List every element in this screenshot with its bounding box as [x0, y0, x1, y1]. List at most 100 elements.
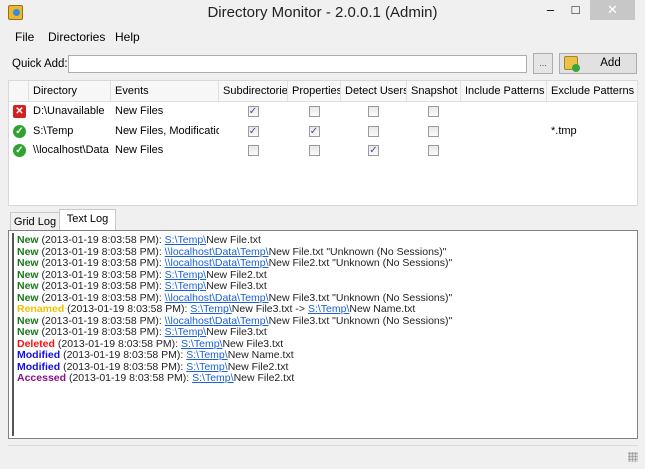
log-timestamp: (2013-01-19 8:03:58 PM):	[38, 245, 165, 258]
log-event-type: Deleted	[17, 337, 55, 350]
subdirectories-checkbox[interactable]: ✓	[247, 125, 259, 137]
log-event-type: New	[17, 234, 39, 246]
exclude-patterns-cell	[551, 102, 642, 121]
log-text: New File2.txt "Unknown (No Sessions)"	[268, 257, 453, 269]
log-path-link[interactable]: S:\Temp\	[190, 303, 231, 315]
include-patterns-cell	[465, 102, 551, 121]
log-text: New File3.txt "Unknown (No Sessions)"	[268, 291, 453, 304]
quick-add-input[interactable]	[68, 55, 527, 73]
table-row[interactable]: ✓ \\localhost\Data New Files ✓	[9, 141, 637, 160]
exclude-patterns-cell	[551, 141, 642, 160]
log-path-link[interactable]: S:\Temp\	[186, 361, 227, 373]
log-event-type: Modified	[17, 360, 61, 373]
column-header[interactable]: Properties	[288, 81, 341, 102]
log-event-type: New	[17, 257, 39, 269]
log-lines: New (2013-01-19 8:03:58 PM): S:\Temp\New…	[12, 233, 634, 436]
column-header[interactable]: Exclude Patterns	[547, 81, 638, 102]
log-text: New File3.txt	[206, 280, 267, 292]
log-timestamp: (2013-01-19 8:03:58 PM):	[38, 280, 165, 292]
log-event-type: New	[17, 268, 39, 281]
log-timestamp: (2013-01-19 8:03:58 PM):	[66, 372, 193, 384]
maximize-button[interactable]: □	[562, 0, 589, 20]
log-path-link[interactable]: S:\Temp\	[186, 349, 227, 361]
log-path-link[interactable]: \\localhost\Data\Temp\	[165, 257, 269, 269]
column-header[interactable]: Snapshot	[407, 81, 461, 102]
exclude-patterns-cell: *.tmp	[551, 124, 577, 137]
include-patterns-cell	[465, 122, 551, 141]
log-path-link[interactable]: S:\Temp\	[165, 234, 206, 246]
detect-users-checkbox[interactable]	[368, 125, 379, 137]
menu-help[interactable]: Help	[115, 30, 140, 44]
resize-grip[interactable]	[628, 452, 638, 462]
log-timestamp: (2013-01-19 8:03:58 PM):	[54, 337, 182, 350]
status-ok-icon: ✓	[13, 144, 26, 157]
tab-grid-log[interactable]: Grid Log	[10, 212, 60, 231]
status-error-icon: ✕	[13, 105, 26, 118]
column-header[interactable]: Subdirectories	[219, 81, 288, 102]
log-path-link[interactable]: S:\Temp\	[308, 303, 349, 315]
log-timestamp: (2013-01-19 8:03:58 PM):	[38, 326, 165, 338]
directory-cell: D:\Unavailable	[33, 105, 105, 117]
log-event-type: Accessed	[17, 372, 67, 384]
add-button-label: Add	[600, 57, 621, 69]
events-cell: New Files, Modificatio...	[115, 124, 219, 137]
log-timestamp: (2013-01-19 8:03:58 PM):	[60, 360, 187, 373]
snapshot-checkbox[interactable]	[428, 106, 439, 117]
properties-checkbox[interactable]	[308, 106, 320, 117]
properties-checkbox[interactable]	[308, 145, 320, 156]
text-log[interactable]: New (2013-01-19 8:03:58 PM): S:\Temp\New…	[8, 230, 638, 439]
log-timestamp: (2013-01-19 8:03:58 PM):	[38, 268, 165, 281]
properties-checkbox[interactable]: ✓	[308, 125, 320, 137]
include-patterns-cell	[465, 141, 551, 160]
table-row[interactable]: ✕ D:\Unavailable New Files ✓	[9, 102, 637, 121]
column-header[interactable]: Include Patterns	[461, 81, 547, 102]
log-text: New File3.txt ->	[231, 303, 308, 315]
log-path-link[interactable]: S:\Temp\	[165, 326, 206, 338]
minimize-button[interactable]: –	[537, 0, 564, 20]
log-path-link[interactable]: \\localhost\Data\Temp\	[165, 292, 269, 304]
close-button[interactable]: ✕	[590, 0, 635, 20]
log-text: New File2.txt	[233, 372, 295, 384]
log-text: New Name.txt	[349, 303, 416, 315]
log-event-type: New	[17, 245, 39, 258]
quick-add-label: Quick Add:	[12, 58, 68, 70]
log-text: New File3.txt	[222, 337, 284, 350]
subdirectories-checkbox[interactable]: ✓	[247, 106, 259, 117]
detect-users-checkbox[interactable]: ✓	[368, 145, 379, 156]
tab-text-log[interactable]: Text Log	[59, 209, 116, 231]
log-text: New File2.txt	[227, 360, 289, 373]
snapshot-checkbox[interactable]	[428, 125, 439, 137]
log-text: New File.txt	[206, 234, 261, 246]
browse-button[interactable]: ...	[533, 53, 553, 74]
log-event-type: Modified	[17, 349, 61, 361]
title-bar: Directory Monitor - 2.0.0.1 (Admin) – □ …	[0, 0, 645, 27]
snapshot-checkbox[interactable]	[428, 145, 439, 156]
log-path-link[interactable]: S:\Temp\	[192, 372, 233, 384]
log-timestamp: (2013-01-19 8:03:58 PM):	[64, 303, 191, 315]
column-header[interactable]: Detect Users	[341, 81, 407, 102]
table-row[interactable]: ✓ S:\Temp New Files, Modificatio... ✓ ✓ *.tmp	[9, 122, 637, 141]
log-path-link[interactable]: \\localhost\Data\Temp\	[165, 315, 269, 327]
log-path-link[interactable]: \\localhost\Data\Temp\	[165, 246, 269, 258]
add-button[interactable]: Add	[559, 53, 637, 74]
add-folder-icon	[564, 56, 580, 72]
log-text: New Name.txt	[227, 349, 294, 361]
log-path-link[interactable]: S:\Temp\	[165, 280, 206, 292]
menu-directories[interactable]: Directories	[48, 30, 105, 44]
log-event-type: New	[17, 314, 39, 327]
column-header[interactable]: Directory	[29, 81, 111, 102]
log-timestamp: (2013-01-19 8:03:58 PM):	[38, 314, 165, 327]
log-timestamp: (2013-01-19 8:03:58 PM):	[60, 349, 187, 361]
menu-file[interactable]: File	[15, 30, 34, 44]
directory-cell: S:\Temp	[33, 124, 74, 137]
directory-cell: \\localhost\Data	[33, 144, 109, 156]
subdirectories-checkbox[interactable]	[247, 145, 259, 156]
log-text: New File3.txt	[206, 326, 267, 338]
status-ok-icon: ✓	[13, 124, 26, 138]
detect-users-checkbox[interactable]	[368, 106, 379, 117]
log-path-link[interactable]: S:\Temp\	[165, 269, 206, 281]
column-header[interactable]: Events	[111, 81, 219, 102]
events-cell: New Files	[115, 144, 164, 156]
log-path-link[interactable]: S:\Temp\	[181, 338, 222, 350]
log-text: New File.txt "Unknown (No Sessions)"	[268, 245, 447, 258]
